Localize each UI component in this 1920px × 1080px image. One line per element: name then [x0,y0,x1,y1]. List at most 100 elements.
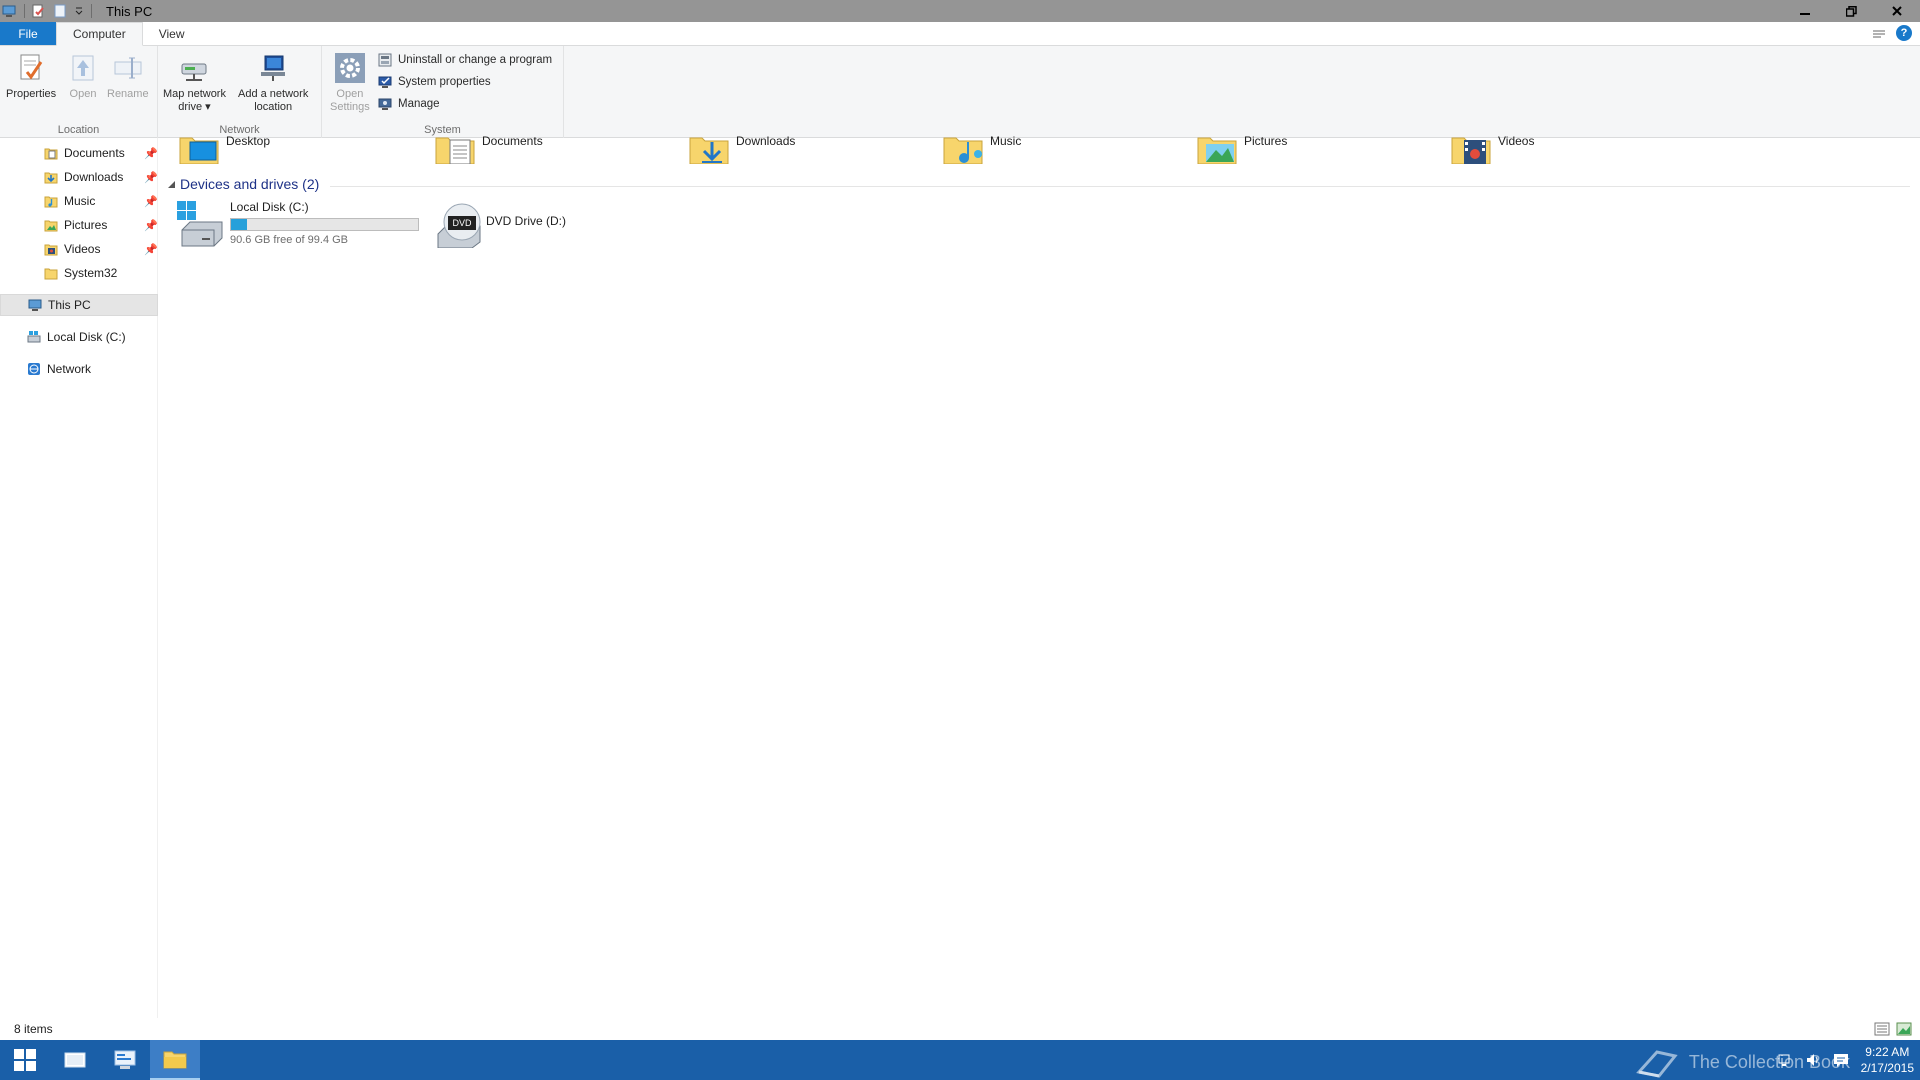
drive-name: Local Disk (C:) [230,200,309,214]
tab-file[interactable]: File [0,22,56,45]
location-group-label: Location [57,124,100,136]
nav-item-label: System32 [64,266,118,280]
devices-and-drives-header[interactable]: Devices and drives (2) [166,176,319,192]
folder-label: Music [990,134,1022,148]
rename-button[interactable]: Rename [107,52,149,101]
folder-label: Desktop [226,134,271,148]
restore-button[interactable] [1828,0,1874,22]
pin-icon[interactable]: 📌 [144,147,158,160]
map-network-drive-label-1: Map network [163,88,226,100]
clock[interactable]: 9:22 AM 2/17/2015 [1861,1044,1914,1076]
folder-desktop[interactable]: Desktop [178,134,271,165]
tab-computer[interactable]: Computer [56,22,143,46]
pictures-folder-icon [1196,134,1240,165]
nav-item-music[interactable]: Music 📌 [0,190,158,212]
pictures-folder-icon [44,218,58,232]
add-network-location-label-1: Add a network [238,88,309,100]
help-icon[interactable]: ? [1896,25,1912,41]
folder-label: Documents [482,134,543,148]
drive-usage-bar [230,218,419,231]
book-icon [1636,1050,1678,1078]
collapse-ribbon-icon[interactable] [1872,28,1886,38]
videos-folder-icon [1450,134,1494,165]
drive-free-space: 90.6 GB free of 99.4 GB [230,234,349,246]
videos-folder-icon [44,242,58,256]
server-manager-icon [114,1050,136,1069]
folder-videos[interactable]: Videos [1450,134,1534,165]
chevron-down-icon[interactable] [75,4,83,18]
close-button[interactable] [1874,0,1920,22]
folder-pictures[interactable]: Pictures [1196,134,1287,165]
large-icons-view-icon[interactable] [1896,1022,1912,1036]
start-button[interactable] [0,1040,50,1080]
action-center-icon[interactable] [1833,1052,1849,1068]
minimize-button[interactable] [1782,0,1828,22]
open-button[interactable]: Open [67,52,99,101]
add-network-location-icon [257,52,289,84]
network-status-icon[interactable] [1777,1052,1793,1068]
windows-logo-icon [14,1049,36,1071]
nav-item-pictures[interactable]: Pictures 📌 [0,214,158,236]
nav-item-label: Music [64,194,96,208]
details-view-icon[interactable] [1874,1022,1890,1036]
taskbar-file-explorer[interactable] [150,1040,200,1080]
uninstall-program-button[interactable]: Uninstall or change a program [378,53,552,67]
ribbon-tabs: File Computer View ? [0,22,1920,46]
gear-icon [334,52,366,84]
properties-button[interactable]: Properties [6,52,56,101]
map-network-drive-button[interactable]: Map network drive ▾ [163,52,226,114]
nav-item-local-disk[interactable]: Local Disk (C:) [0,326,158,348]
nav-item-this-pc[interactable]: This PC [0,294,158,316]
collapse-triangle-icon[interactable] [166,179,176,189]
manage-button[interactable]: Manage [378,97,440,111]
computer-icon[interactable] [2,4,16,18]
ribbon: Properties Open Rename Location Map netw… [0,46,1920,138]
nav-item-label: Pictures [64,218,108,232]
pin-icon[interactable]: 📌 [144,219,158,232]
local-disk-icon [27,330,41,344]
pin-icon[interactable]: 📌 [144,195,158,208]
system-group: Open Settings Uninstall or change a prog… [322,46,564,138]
system-properties-icon [378,75,392,89]
open-settings-label-1: Open [336,88,364,100]
manage-icon [378,97,392,111]
desktop-folder-icon [178,134,222,165]
nav-item-documents[interactable]: Documents 📌 [0,142,158,164]
system-properties-button[interactable]: System properties [378,75,491,89]
file-explorer-icon [163,1051,187,1069]
add-network-location-button[interactable]: Add a network location [238,52,308,114]
nav-item-network[interactable]: Network [0,358,158,380]
documents-folder-icon [44,146,58,160]
folder-documents[interactable]: Documents [434,134,543,165]
nav-item-label: Videos [64,242,101,256]
navigation-pane: Documents 📌 Downloads 📌 Music 📌 Pictures… [0,138,158,1024]
properties-label: Properties [6,88,57,100]
window-title: This PC [106,3,153,19]
taskbar: The Collection Book 9:22 AM 2/17/2015 [0,1040,1920,1080]
open-settings-button[interactable]: Open Settings [330,52,370,114]
new-folder-icon[interactable] [53,4,67,18]
volume-icon[interactable] [1805,1052,1821,1068]
folder-music[interactable]: Music [942,134,1022,165]
pin-icon[interactable]: 📌 [144,243,158,256]
taskbar-server-manager[interactable] [100,1040,150,1080]
pin-icon[interactable]: 📌 [144,171,158,184]
properties-icon[interactable] [31,4,45,18]
nav-item-system32[interactable]: System32 [0,262,158,284]
item-count: 8 items [14,1022,53,1036]
task-view-button[interactable] [50,1040,100,1080]
nav-item-downloads[interactable]: Downloads 📌 [0,166,158,188]
drive-dvd[interactable]: DVD DVD Drive (D:) [434,200,566,249]
drive-local-disk[interactable]: Local Disk (C:) 90.6 GB free of 99.4 GB [176,200,419,248]
rename-label: Rename [107,88,149,100]
tab-view[interactable]: View [143,22,201,45]
folder-downloads[interactable]: Downloads [688,134,795,165]
documents-folder-icon [434,134,478,165]
nav-item-videos[interactable]: Videos 📌 [0,238,158,260]
ribbon-right-controls: ? [1872,25,1912,41]
open-settings-label-2: Settings [330,101,370,113]
manage-label: Manage [398,98,440,110]
map-network-drive-label-2: drive ▾ [178,101,211,113]
local-disk-icon [176,200,224,248]
nav-item-label: Downloads [64,170,124,184]
